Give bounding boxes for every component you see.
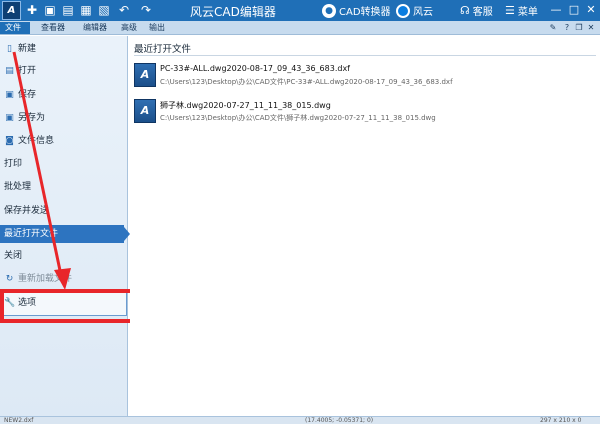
cad-file-icon: A (134, 99, 156, 123)
recent-file-name: 狮子林.dwg2020-07-27_11_11_38_015.dwg (160, 101, 331, 110)
tab-output[interactable]: 输出 (144, 22, 170, 34)
style-icon[interactable]: ✎ (548, 23, 558, 33)
menu-reload-file: ↻ 重新加载文件 (5, 273, 73, 285)
recent-files-title: 最近打开文件 (134, 44, 192, 55)
menu-save[interactable]: ▣ 保存 (0, 86, 128, 104)
fengyun-logo-icon (396, 3, 410, 18)
print-icon[interactable]: ▦ (78, 2, 94, 18)
menu-batch[interactable]: 批处理 (0, 178, 128, 196)
tab-advanced[interactable]: 高级 (116, 22, 142, 34)
undo-icon[interactable]: ↶ (116, 2, 132, 18)
reload-icon: ↻ (5, 273, 14, 284)
menu-save-and-send[interactable]: 保存并发送 (0, 202, 128, 220)
recent-file-path: C:\Users\123\Desktop\办公\CAD文件\PC-33#-ALL… (160, 78, 453, 86)
annotation-red-box (0, 289, 134, 323)
minimize-button[interactable]: — (548, 2, 564, 18)
restore-icon[interactable]: ❐ (574, 23, 584, 33)
save-as-icon: ▣ (5, 112, 14, 123)
title-bar: A ✚ ▣ ▤ ▦ ▧ ↶ ↷ 风云CAD编辑器 ● CAD转换器 风云 ☊ 客… (0, 0, 600, 21)
converter-icon: ● (322, 3, 336, 18)
service-button[interactable]: ☊ 客服 (460, 3, 493, 18)
tab-editor[interactable]: 编辑器 (78, 22, 112, 34)
status-file-name: NEW2.dxf (4, 417, 34, 424)
menu-save-as[interactable]: ▣ 另存为 (0, 109, 128, 127)
help-icon[interactable]: ? (562, 23, 572, 33)
tab-file[interactable]: 文件 (0, 22, 30, 34)
menu-close[interactable]: 关闭 (0, 247, 128, 265)
open-folder-icon: ▤ (5, 65, 14, 76)
menu-recent-files[interactable]: 最近打开文件 (0, 225, 130, 243)
recent-file-path: C:\Users\123\Desktop\办公\CAD文件\狮子林.dwg202… (160, 114, 436, 122)
main-menu-button[interactable]: ☰ 菜单 (505, 3, 538, 18)
fengyun-button[interactable]: 风云 (396, 3, 433, 18)
print-preview-icon[interactable]: ▧ (96, 2, 112, 18)
save-icon[interactable]: ▣ (42, 2, 58, 18)
recent-file-item[interactable]: A 狮子林.dwg2020-07-27_11_11_38_015.dwg C:\… (134, 99, 596, 129)
redo-icon[interactable]: ↷ (138, 2, 154, 18)
new-file-icon: ▯ (7, 43, 12, 54)
tab-viewer[interactable]: 查看器 (36, 22, 70, 34)
cad-file-icon: A (134, 63, 156, 87)
app-title: 风云CAD编辑器 (190, 5, 276, 19)
menu-print[interactable]: 打印 (0, 155, 128, 173)
status-bar: NEW2.dxf (17.4005; -0.05371; 0) 297 x 21… (0, 416, 600, 424)
headset-icon: ☊ (460, 4, 470, 17)
app-logo-icon: A (2, 1, 21, 20)
close-doc-icon[interactable]: ✕ (586, 23, 596, 33)
cad-converter-button[interactable]: ● CAD转换器 (322, 3, 391, 18)
title-divider (134, 55, 596, 56)
new-icon[interactable]: ✚ (24, 2, 40, 18)
menu-icon: ☰ (505, 4, 515, 17)
menu-open[interactable]: ▤ 打开 (0, 62, 128, 80)
recent-files-panel: 最近打开文件 A PC-33#-ALL.dwg2020-08-17_09_43_… (130, 36, 600, 416)
maximize-button[interactable]: □ (566, 2, 582, 18)
file-menu-panel: ▯ 新建 ▤ 打开 ▣ 保存 ▣ 另存为 ◙ 文件信息 打印 批处理 保存并发送… (0, 36, 134, 416)
recent-file-item[interactable]: A PC-33#-ALL.dwg2020-08-17_09_43_36_683.… (134, 63, 596, 93)
status-coordinates: (17.4005; -0.05371; 0) (305, 417, 374, 424)
recent-file-name: PC-33#-ALL.dwg2020-08-17_09_43_36_683.dx… (160, 64, 350, 73)
menu-new[interactable]: ▯ 新建 (0, 40, 128, 58)
menu-file-info[interactable]: ◙ 文件信息 (0, 132, 128, 150)
ribbon-tabs: 文件 查看器 编辑器 高级 输出 ✎ ? ❐ ✕ (0, 21, 600, 35)
status-dimensions: 297 x 210 x 0 (540, 417, 582, 424)
close-button[interactable]: ✕ (583, 2, 599, 18)
save-icon: ▣ (5, 89, 14, 100)
save-all-icon[interactable]: ▤ (60, 2, 76, 18)
file-info-icon: ◙ (5, 135, 14, 146)
